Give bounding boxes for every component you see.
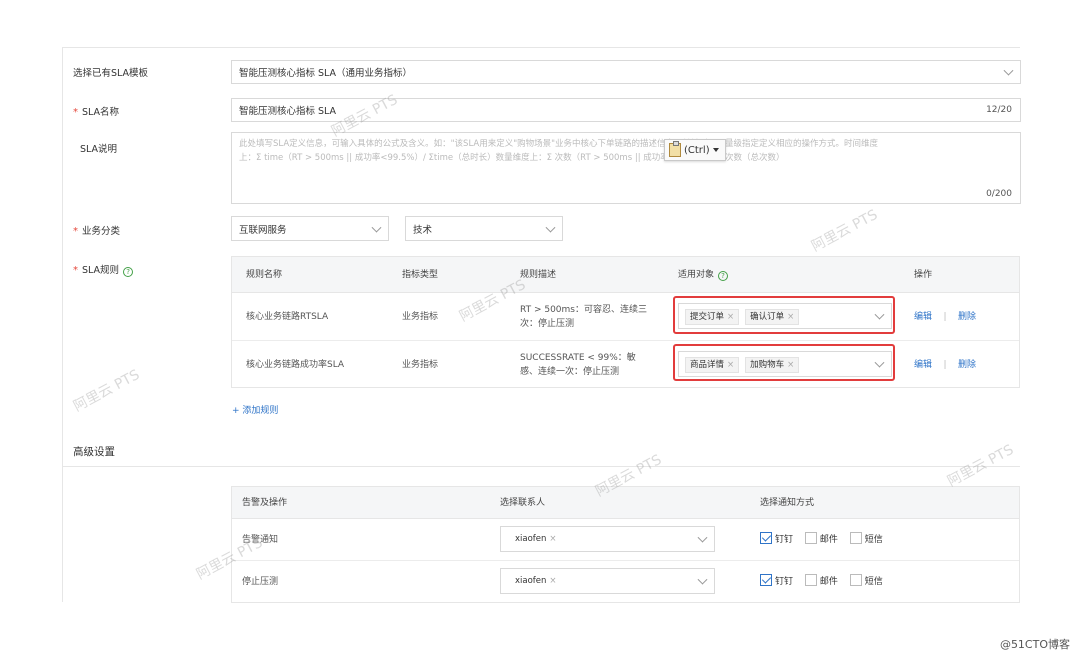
- table-row: 停止压测 xiaofen × 钉钉 邮件 短信: [232, 561, 1019, 603]
- checkbox-sms[interactable]: [849, 574, 862, 586]
- checkbox-dingtalk[interactable]: [760, 532, 772, 544]
- sla-rules-table-header: [232, 257, 1019, 293]
- highlight-box: [673, 344, 895, 381]
- col-header-alarm: 告警及操作: [242, 498, 288, 508]
- checkbox-label: 短信: [864, 535, 883, 545]
- caret-down-icon: [712, 148, 719, 152]
- paste-options-label: (Ctrl): [684, 144, 710, 156]
- alarm-table-header: [232, 487, 1019, 519]
- chevron-down-icon: [697, 532, 708, 543]
- add-rule-link[interactable]: + 添加规则: [232, 403, 278, 416]
- sla-name-input[interactable]: 智能压测核心指标 SLA 12/20: [231, 98, 1021, 122]
- watermark: 阿里云 PTS: [944, 441, 1017, 490]
- source-footer: @51CTO博客: [999, 638, 1070, 651]
- template-select[interactable]: 智能压测核心指标 SLA（通用业务指标）: [231, 60, 1021, 84]
- sla-name-value: 智能压测核心指标 SLA: [239, 106, 337, 117]
- sla-name-label: * SLA名称: [73, 107, 120, 118]
- form-frame-top: [62, 47, 1020, 48]
- alarm-action: 告警通知: [242, 535, 279, 545]
- section-divider: [62, 466, 1020, 467]
- contact-select[interactable]: xiaofen ×: [500, 526, 715, 552]
- close-icon[interactable]: ×: [549, 576, 556, 586]
- sla-name-counter: 12/20: [986, 105, 1012, 115]
- category-select-secondary-value: 技术: [413, 224, 433, 236]
- notify-options: 钉钉 邮件 短信: [760, 532, 892, 547]
- required-marker: *: [73, 226, 78, 237]
- close-icon[interactable]: ×: [549, 534, 556, 544]
- watermark: 阿里云 PTS: [70, 366, 143, 415]
- col-header-rule-name: 规则名称: [246, 270, 283, 280]
- sla-rules-table: 规则名称 指标类型 规则描述 适用对象? 操作 核心业务链路RTSLA 业务指标…: [231, 256, 1020, 388]
- help-icon[interactable]: ?: [718, 271, 729, 281]
- clipboard-icon: [669, 141, 681, 157]
- col-header-rule-desc: 规则描述: [520, 270, 557, 280]
- edit-link[interactable]: 编辑: [914, 360, 932, 370]
- contact-tag: xiaofen ×: [511, 532, 561, 546]
- chevron-down-icon: [697, 574, 708, 585]
- delete-link[interactable]: 删除: [958, 312, 976, 322]
- checkbox-dingtalk[interactable]: [760, 574, 772, 586]
- checkbox-label: 邮件: [819, 577, 838, 587]
- paste-options-popup[interactable]: (Ctrl): [664, 139, 726, 161]
- rule-desc: SUCCESSRATE < 99%：敏 感、连续一次：停止压测: [520, 353, 636, 377]
- sla-desc-placeholder-line1: 此处填写SLA定义信息，可输入具体的公式及含义。如："该SLA用来定义"购物场景…: [239, 139, 879, 149]
- highlight-box: [673, 296, 895, 334]
- checkbox-label: 短信: [864, 577, 883, 587]
- chevron-down-icon: [545, 222, 556, 233]
- category-label: * 业务分类: [73, 226, 121, 237]
- checkbox-label: 邮件: [819, 535, 838, 545]
- col-header-metric-type: 指标类型: [402, 270, 439, 280]
- table-row: 告警通知 xiaofen × 钉钉 邮件 短信: [232, 519, 1019, 561]
- checkbox-label: 钉钉: [775, 577, 794, 587]
- rule-type: 业务指标: [402, 360, 439, 370]
- advanced-settings-title: 高级设置: [73, 446, 115, 458]
- checkbox-email[interactable]: [804, 574, 817, 586]
- checkbox-sms[interactable]: [849, 532, 862, 544]
- contact-tag: xiaofen ×: [511, 574, 561, 588]
- help-icon[interactable]: ?: [123, 267, 134, 277]
- col-header-notify: 选择通知方式: [760, 498, 815, 508]
- alarm-settings-table: 告警及操作 选择联系人 选择通知方式 告警通知 xiaofen × 钉钉 邮件 短…: [231, 486, 1020, 603]
- col-header-contact: 选择联系人: [500, 498, 546, 508]
- rule-type: 业务指标: [402, 312, 439, 322]
- rule-desc: RT > 500ms：可容忍、连续三 次：停止压测: [520, 305, 647, 329]
- table-row: 核心业务链路成功率SLA 业务指标 SUCCESSRATE < 99%：敏 感、连…: [232, 341, 1019, 388]
- template-select-value: 智能压测核心指标 SLA（通用业务指标）: [239, 68, 413, 79]
- rule-name: 核心业务链路成功率SLA: [246, 360, 345, 370]
- watermark: 阿里云 PTS: [808, 206, 881, 255]
- sla-rules-label: * SLA规则?: [73, 262, 134, 277]
- category-select-primary-value: 互联网服务: [239, 224, 287, 236]
- row-actions: 编辑 | 删除: [914, 310, 976, 324]
- table-row: 核心业务链路RTSLA 业务指标 RT > 500ms：可容忍、连续三 次：停止压…: [232, 293, 1019, 341]
- action-separator: |: [943, 360, 947, 370]
- sla-desc-counter: 0/200: [986, 189, 1012, 199]
- col-header-target: 适用对象?: [678, 268, 729, 282]
- edit-link[interactable]: 编辑: [914, 312, 932, 322]
- delete-link[interactable]: 删除: [958, 360, 976, 370]
- action-separator: |: [943, 312, 947, 322]
- chevron-down-icon: [1003, 65, 1014, 76]
- col-header-ops: 操作: [914, 270, 933, 280]
- required-marker: *: [73, 107, 78, 118]
- sla-desc-textarea[interactable]: 此处填写SLA定义信息，可输入具体的公式及含义。如："该SLA用来定义"购物场景…: [231, 132, 1021, 204]
- sla-desc-label: SLA说明: [80, 144, 118, 155]
- alarm-action: 停止压测: [242, 577, 279, 587]
- required-marker: *: [73, 265, 78, 276]
- chevron-down-icon: [371, 222, 382, 233]
- template-label: 选择已有SLA模板: [73, 68, 149, 79]
- form-frame-left: [62, 47, 63, 602]
- contact-select[interactable]: xiaofen ×: [500, 568, 715, 594]
- notify-options: 钉钉 邮件 短信: [760, 574, 892, 589]
- category-select-secondary[interactable]: 技术: [405, 216, 563, 241]
- row-actions: 编辑 | 删除: [914, 358, 976, 372]
- rule-name: 核心业务链路RTSLA: [246, 312, 329, 322]
- checkbox-email[interactable]: [804, 532, 817, 544]
- sla-desc-placeholder-line2: 上：Σ time（RT > 500ms || 成功率<99.5%）/ Σtime…: [239, 153, 785, 163]
- checkbox-label: 钉钉: [775, 535, 794, 545]
- category-select-primary[interactable]: 互联网服务: [231, 216, 389, 241]
